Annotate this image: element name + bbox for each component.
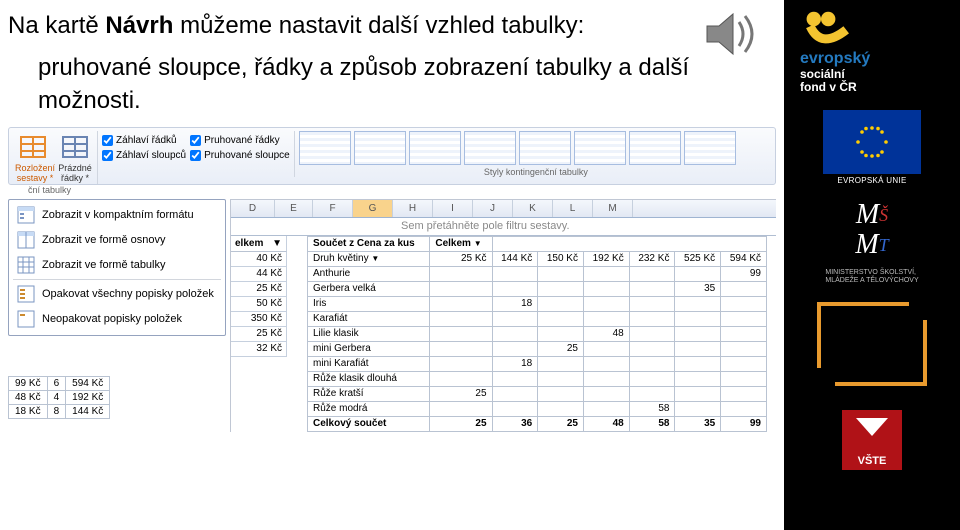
menu-no-repeat-labels[interactable]: Neopakovat popisky položek (11, 307, 223, 331)
table-row[interactable]: Karafiát (308, 311, 767, 326)
pivot-styles-gallery[interactable] (299, 131, 773, 165)
table-row[interactable]: Iris18 (308, 296, 767, 311)
table-row[interactable]: Růže kratší25 (308, 386, 767, 401)
column-headers[interactable]: D E F G H I J K L M (231, 200, 776, 218)
ribbon-left-group-label: ční tabulky (8, 185, 776, 195)
table-row[interactable]: Gerbera velká35 (308, 281, 767, 296)
pivot-table[interactable]: Součet z Cena za kusCelkem ▼ Druh květin… (307, 236, 767, 432)
filter-drop-hint[interactable]: Sem přetáhněte pole filtru sestavy. (231, 218, 776, 236)
banded-cols-checkbox[interactable]: Pruhované sloupce (190, 150, 290, 161)
speaker-icon (704, 10, 766, 63)
tabular-layout-icon (17, 256, 35, 274)
eu-logo: EVROPSKÁ UNIE (823, 104, 921, 185)
banded-rows-checkbox[interactable]: Pruhované řádky (190, 135, 290, 146)
orange-frame-logo (817, 302, 927, 386)
menu-repeat-labels[interactable]: Opakovat všechny popisky položek (11, 282, 223, 306)
small-table: 99 Kč6594 Kč 48 Kč4192 Kč 18 Kč8144 Kč (8, 376, 110, 419)
blank-rows-button[interactable]: Prázdné řádky * (57, 131, 93, 184)
table-row[interactable]: mini Gerbera25 (308, 341, 767, 356)
left-fragment-column: elkem▼ 40 Kč 44 Kč 25 Kč 50 Kč 350 Kč 25… (231, 236, 287, 432)
compact-layout-icon (17, 206, 35, 224)
chevron-down-icon[interactable]: ▼ (371, 254, 379, 263)
vste-logo: VŠTE (842, 410, 902, 470)
no-repeat-labels-icon (17, 310, 35, 328)
table-row[interactable]: Anthurie99 (308, 266, 767, 281)
row-headers-checkbox[interactable]: Záhlaví řádků (102, 135, 186, 146)
menu-outline[interactable]: Zobrazit ve formě osnovy (11, 228, 223, 252)
menu-tabular[interactable]: Zobrazit ve formě tabulky (11, 253, 223, 277)
menu-compact[interactable]: Zobrazit v kompaktním formátu (11, 203, 223, 227)
table-row[interactable]: Lilie klasik48 (308, 326, 767, 341)
esf-logo: evropský sociální fond v ČR (792, 6, 952, 98)
slide-title: Na kartě Návrh můžeme nastavit další vzh… (8, 10, 776, 42)
msmt-logo: MŠ (856, 199, 888, 231)
outline-layout-icon (17, 231, 35, 249)
logo-sidebar: evropský sociální fond v ČR EVROPSKÁ UNI… (784, 0, 960, 530)
styles-group-label: Styly kontingenční tabulky (299, 167, 773, 177)
table-row[interactable]: Růže modrá58 (308, 401, 767, 416)
msmt-text: MINISTERSTVO ŠKOLSTVÍ,MLÁDEŽE A TĚLOVÝCH… (825, 269, 918, 286)
ribbon: Rozložení sestavy * Prázdné řádky * Záhl… (8, 127, 776, 185)
table-row[interactable]: mini Karafiát18 (308, 356, 767, 371)
layout-report-button[interactable]: Rozložení sestavy * (15, 131, 55, 184)
slide-subtitle: pruhované sloupce, řádky a způsob zobraz… (38, 52, 776, 117)
repeat-labels-icon (17, 285, 35, 303)
chevron-down-icon[interactable]: ▼ (474, 239, 482, 248)
table-row[interactable]: Růže klasik dlouhá (308, 371, 767, 386)
report-layout-menu: Zobrazit v kompaktním formátu Zobrazit v… (8, 199, 226, 336)
col-headers-checkbox[interactable]: Záhlaví sloupců (102, 150, 186, 161)
spreadsheet[interactable]: D E F G H I J K L M Sem přetáhněte pole … (230, 199, 776, 432)
